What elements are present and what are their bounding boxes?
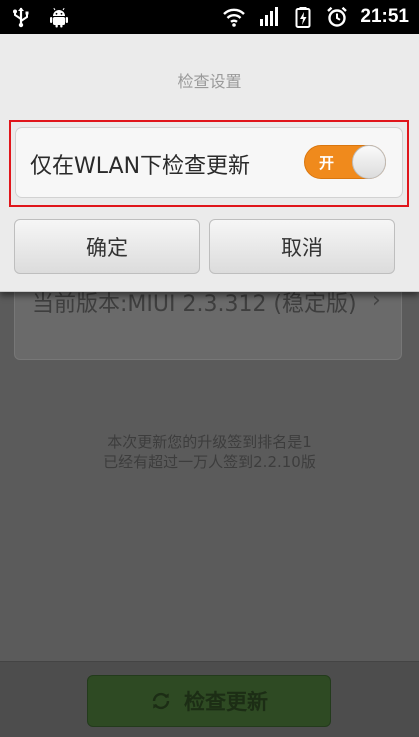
wifi-icon [223,8,246,27]
battery-charging-icon [295,7,311,28]
dialog-title: 检查设置 [177,72,242,91]
status-time: 21:51 [360,6,409,27]
usb-icon [13,7,29,28]
highlight-box [9,120,409,207]
check-update-button[interactable]: 检查更新 [87,675,331,727]
status-bar: 21:51 [0,0,419,34]
check-update-label: 检查更新 [184,690,268,714]
info-line: 本次更新您的升级签到排名是1 [107,433,312,451]
cancel-button[interactable]: 取消 [209,219,395,274]
refresh-icon [152,692,170,710]
check-settings-dialog: 检查设置 仅在WLAN下检查更新 开 确定 取消 [0,34,419,292]
android-icon [50,7,68,28]
signal-icon [260,7,279,26]
confirm-button[interactable]: 确定 [14,219,200,274]
alarm-icon [327,6,348,27]
update-info: 本次更新您的升级签到排名是1 已经有超过一万人签到2.2.10版 [0,432,419,472]
info-line: 已经有超过一万人签到2.2.10版 [103,453,316,471]
